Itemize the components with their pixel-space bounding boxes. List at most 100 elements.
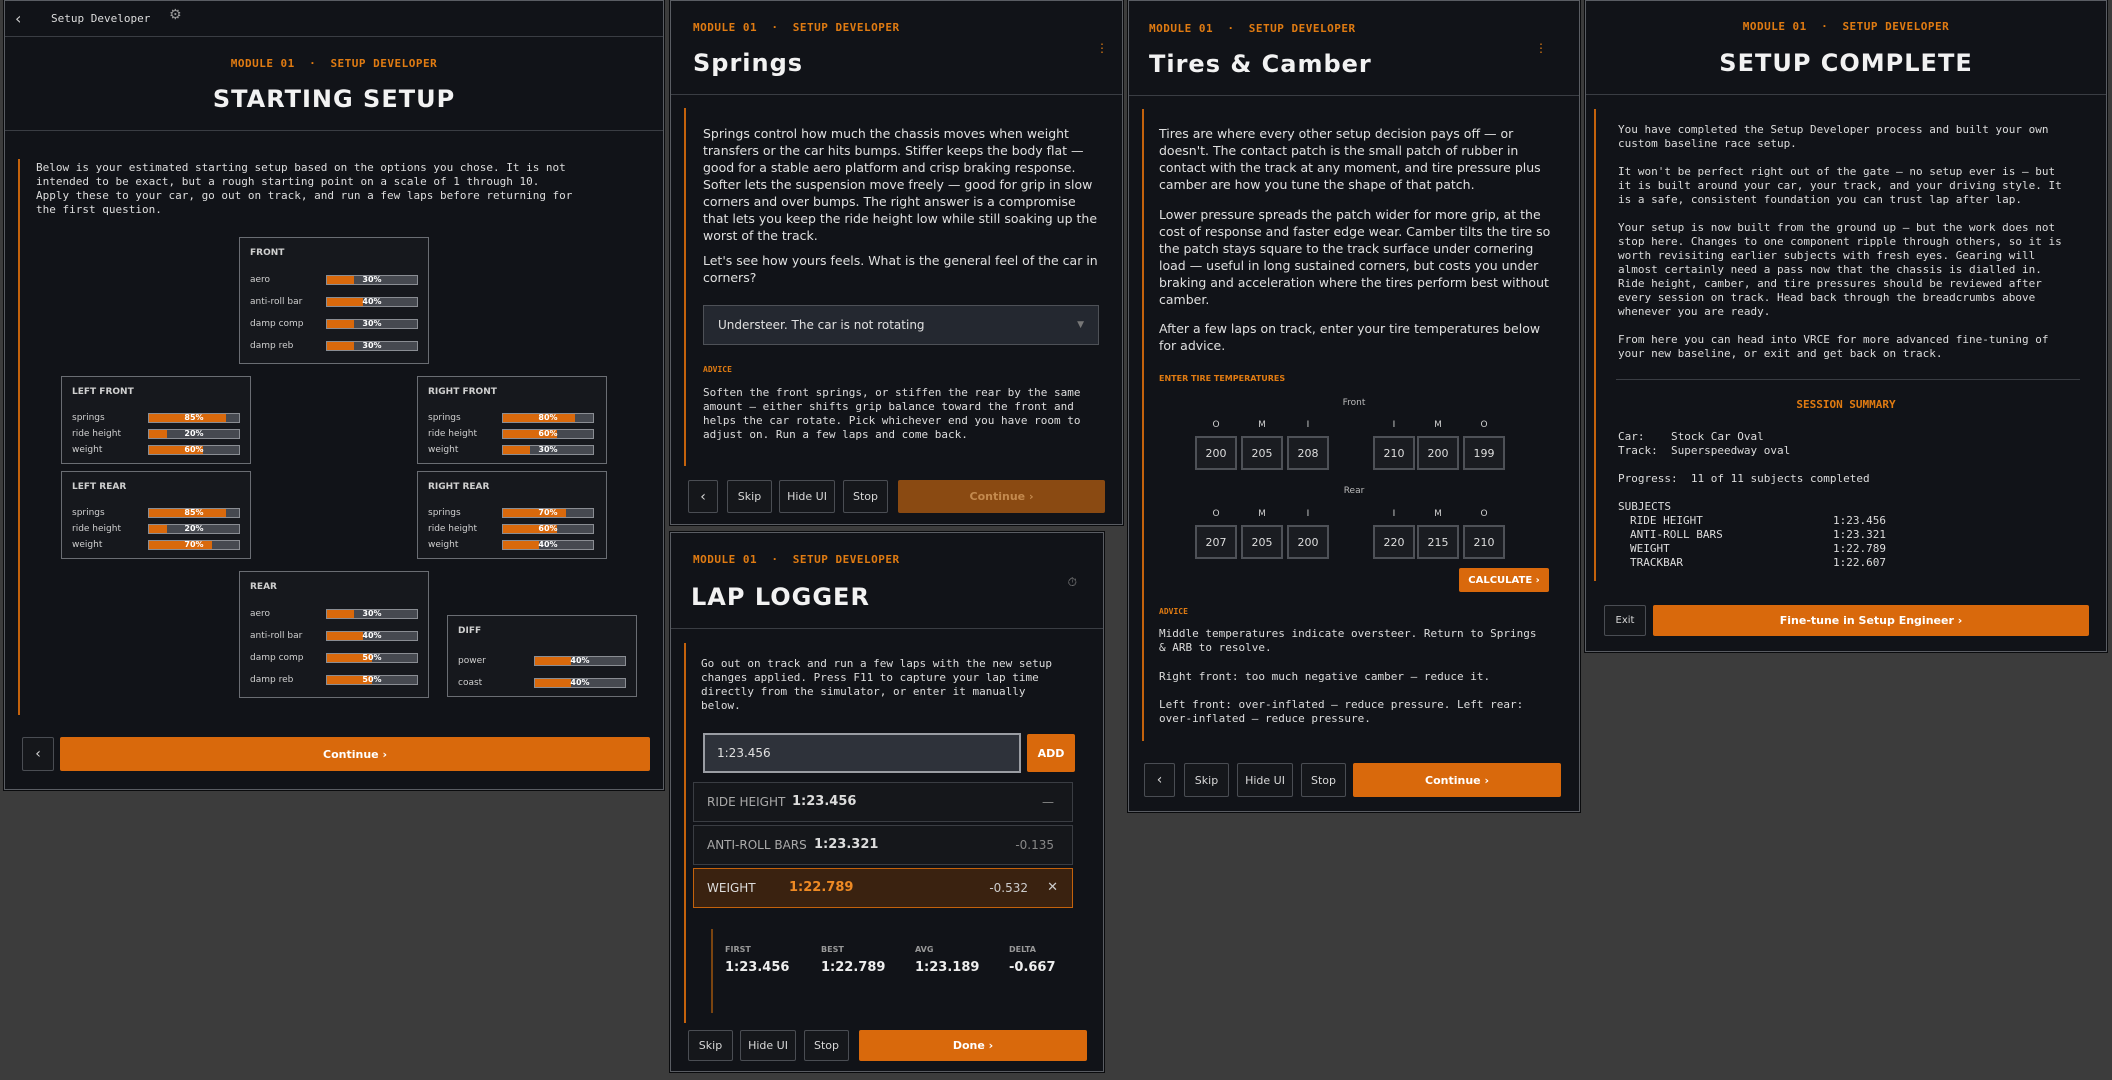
- tire-column-label: I: [1306, 420, 1310, 430]
- stop-button[interactable]: Stop: [843, 480, 888, 513]
- stat-best: BEST 1:22.789: [821, 945, 885, 975]
- hide-ui-button[interactable]: Hide UI: [740, 1030, 796, 1061]
- setup-level-bar: 20%: [148, 524, 240, 534]
- setup-level-bar: 85%: [148, 508, 240, 518]
- stat-delta: DELTA -0.667: [1009, 945, 1056, 975]
- module-label: MODULE 01 · SETUP DEVELOPER: [230, 57, 438, 70]
- stat-label: FIRST: [725, 945, 751, 954]
- back-icon[interactable]: ‹: [15, 9, 21, 28]
- front-title: FRONT: [250, 248, 285, 258]
- setup-level-value: 40%: [538, 540, 558, 549]
- lap-row-name: ANTI-ROLL BARS: [707, 838, 807, 852]
- setup-row-label: weight: [72, 445, 103, 455]
- setup-level-value: 20%: [184, 524, 204, 533]
- skip-button[interactable]: Skip: [727, 480, 772, 513]
- fine-tune-button[interactable]: Fine-tune in Setup Engineer ›: [1653, 605, 2089, 636]
- tire-temp-input[interactable]: 207: [1195, 525, 1237, 559]
- setup-row-label: springs: [72, 508, 105, 518]
- stop-button[interactable]: Stop: [804, 1030, 849, 1061]
- tire-temp-input[interactable]: 215: [1417, 525, 1459, 559]
- lap-row-selected[interactable]: WEIGHT 1:22.789 -0.532 ✕: [693, 868, 1073, 908]
- setup-level-bar: 85%: [148, 413, 240, 423]
- menu-icon[interactable]: ⋮: [1535, 41, 1547, 55]
- lap-time-input[interactable]: 1:23.456: [703, 733, 1021, 773]
- setup-level-value: 40%: [570, 656, 590, 665]
- skip-button[interactable]: Skip: [1184, 763, 1229, 797]
- gear-icon[interactable]: ⚙: [169, 7, 182, 23]
- tire-temp-input[interactable]: 210: [1463, 525, 1505, 559]
- setup-row-label: ride height: [428, 524, 477, 534]
- setup-level-value: 70%: [538, 508, 558, 517]
- setup-level-value: 80%: [538, 413, 558, 422]
- module-label: MODULE 01 · SETUP DEVELOPER: [1149, 22, 1356, 35]
- tire-temp-input[interactable]: 205: [1241, 525, 1283, 559]
- complete-text-3: Your setup is now built from the ground …: [1618, 221, 2062, 318]
- body-text: Springs control how much the chassis mov…: [703, 126, 1098, 243]
- continue-button[interactable]: Continue ›: [1353, 763, 1561, 797]
- front-label: Front: [1342, 398, 1366, 408]
- back-button[interactable]: ‹: [1144, 763, 1175, 797]
- tire-temp-input[interactable]: 200: [1287, 525, 1329, 559]
- subject-name: ANTI-ROLL BARS: [1630, 528, 1723, 541]
- setup-level-bar: 40%: [502, 540, 594, 550]
- hide-ui-button[interactable]: Hide UI: [779, 480, 835, 513]
- setup-level-bar: 60%: [502, 524, 594, 534]
- setup-level-bar: 40%: [534, 678, 626, 688]
- setup-level-bar: 80%: [502, 413, 594, 423]
- tire-temp-input[interactable]: 220: [1373, 525, 1415, 559]
- continue-button[interactable]: Continue ›: [60, 737, 650, 771]
- setup-row-label: damp reb: [250, 675, 294, 685]
- tire-column-label: O: [1480, 509, 1488, 519]
- tire-temp-input[interactable]: 205: [1241, 436, 1283, 470]
- setup-level-bar: 40%: [326, 631, 418, 641]
- tire-temp-input[interactable]: 199: [1463, 436, 1505, 470]
- right-rear-title: RIGHT REAR: [428, 482, 490, 492]
- stop-button[interactable]: Stop: [1301, 763, 1346, 797]
- continue-button[interactable]: Continue ›: [898, 480, 1105, 513]
- lap-row-name: RIDE HEIGHT: [707, 795, 786, 809]
- tire-temp-input[interactable]: 200: [1195, 436, 1237, 470]
- tire-column-label: M: [1434, 420, 1442, 430]
- stat-label: BEST: [821, 945, 844, 954]
- tire-column-label: I: [1392, 420, 1396, 430]
- advice-label: ADVICE: [703, 365, 732, 374]
- add-button[interactable]: ADD: [1027, 734, 1075, 772]
- subject-time: 1:23.321: [1833, 528, 1886, 541]
- diff-title: DIFF: [458, 626, 482, 636]
- springs-panel: MODULE 01 · SETUP DEVELOPER ⋮ Springs Sp…: [670, 0, 1123, 525]
- stat-value: 1:23.189: [915, 960, 980, 975]
- setup-row-label: weight: [72, 540, 103, 550]
- exit-button[interactable]: Exit: [1604, 605, 1646, 636]
- subject-name: TRACKBAR: [1630, 556, 1683, 569]
- page-title: Springs: [693, 49, 804, 77]
- skip-button[interactable]: Skip: [688, 1030, 733, 1061]
- setup-level-bar: 30%: [326, 319, 418, 329]
- setup-row-label: ride height: [428, 429, 477, 439]
- setup-row-label: ride height: [72, 429, 121, 439]
- calculate-button[interactable]: CALCULATE ›: [1459, 568, 1549, 592]
- advice-text-1: Middle temperatures indicate oversteer. …: [1159, 627, 1537, 654]
- hide-ui-button[interactable]: Hide UI: [1237, 763, 1293, 797]
- tire-column-label: O: [1480, 420, 1488, 430]
- done-button[interactable]: Done ›: [859, 1030, 1087, 1061]
- close-icon[interactable]: ✕: [1047, 880, 1058, 895]
- menu-icon[interactable]: ⋮: [1096, 41, 1108, 55]
- setup-level-value: 70%: [184, 540, 204, 549]
- setup-level-bar: 30%: [502, 445, 594, 455]
- rear-title: REAR: [250, 582, 277, 592]
- setup-row-label: damp comp: [250, 653, 304, 663]
- back-button[interactable]: ‹: [22, 737, 54, 771]
- tire-temp-input[interactable]: 208: [1287, 436, 1329, 470]
- feel-select[interactable]: Understeer. The car is not rotating ▼: [703, 305, 1099, 345]
- setup-level-value: 60%: [538, 429, 558, 438]
- stat-label: DELTA: [1009, 945, 1036, 954]
- back-button[interactable]: ‹: [688, 480, 718, 513]
- advice-text-3: Left front: over-inflated — reduce press…: [1159, 698, 1524, 725]
- front-box: FRONT aero 30% anti-roll bar 40% damp comp 30…: [239, 237, 429, 364]
- setup-row-label: springs: [72, 413, 105, 423]
- tire-temp-input[interactable]: 210: [1373, 436, 1415, 470]
- tire-temp-input[interactable]: 200: [1417, 436, 1459, 470]
- setup-level-value: 60%: [184, 445, 204, 454]
- setup-level-value: 40%: [362, 631, 382, 640]
- rear-label: Rear: [1343, 486, 1365, 496]
